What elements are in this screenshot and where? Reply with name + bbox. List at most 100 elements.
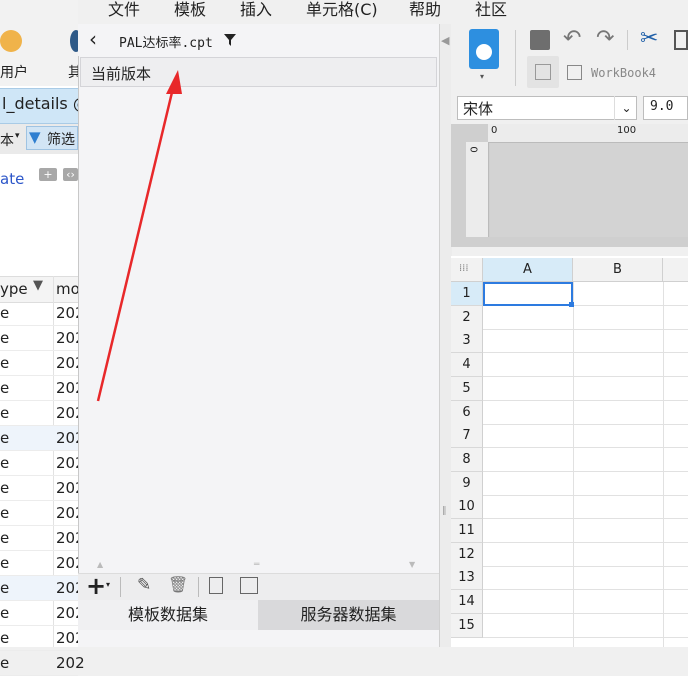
copy-icon[interactable] — [674, 30, 688, 50]
annotation-arrow — [96, 70, 182, 402]
menu-cell[interactable]: 单元格(C) — [306, 0, 378, 20]
cell-type: e — [0, 354, 10, 372]
table-row[interactable]: e 202 — [0, 601, 85, 626]
grid-row-line — [483, 447, 688, 449]
row-header[interactable]: 5 — [451, 376, 483, 401]
row-header[interactable]: 15 — [451, 613, 483, 638]
table-row[interactable]: e 202 — [0, 301, 85, 326]
selected-cell[interactable] — [483, 282, 573, 306]
dataset-settings-icon[interactable] — [240, 577, 258, 594]
cell-type: e — [0, 479, 10, 497]
table-row[interactable]: e 202 — [0, 426, 85, 451]
row-header[interactable]: 4 — [451, 353, 483, 378]
table-row[interactable]: e 202 — [0, 351, 85, 376]
workbook-label[interactable]: WorkBook4 — [591, 66, 656, 80]
edit-icon[interactable]: ✎ — [137, 575, 151, 595]
add-icon[interactable]: + — [39, 168, 57, 181]
back-icon[interactable]: ‹ — [89, 28, 97, 50]
menu-help[interactable]: 帮助 — [409, 0, 441, 20]
cell-type: e — [0, 379, 10, 397]
grid-row-line — [483, 423, 688, 425]
table-row[interactable]: e 202 — [0, 651, 85, 676]
grid-column-line — [573, 282, 574, 647]
table-row[interactable]: e 202 — [0, 576, 85, 601]
spreadsheet-grid[interactable] — [451, 256, 688, 647]
cell-type: e — [0, 529, 10, 547]
table-row[interactable]: e 202 — [0, 326, 85, 351]
grid-row-line — [483, 542, 688, 543]
file-title: PAL达标率.cpt — [119, 36, 213, 51]
row-header[interactable]: 6 — [451, 400, 483, 425]
font-dropdown-icon[interactable]: ⌄ — [614, 96, 638, 120]
filter-left-label: 本 — [0, 133, 14, 149]
dataset-tabs: 模板数据集 服务器数据集 — [78, 600, 439, 630]
splitter-grip-icon[interactable]: ‖ — [442, 506, 447, 516]
grid-row-line — [483, 376, 688, 378]
preview-icon[interactable] — [209, 577, 223, 594]
grid-row-line — [483, 494, 688, 496]
table-row[interactable]: e 202 — [0, 626, 85, 651]
table-row[interactable]: e 202 — [0, 451, 85, 476]
column-header-type[interactable]: ype — [0, 280, 28, 298]
user-icon[interactable] — [0, 30, 22, 52]
row-header[interactable]: 13 — [451, 566, 483, 591]
table-row[interactable]: e 202 — [0, 501, 85, 526]
table-row[interactable]: e 202 — [0, 376, 85, 401]
row-header[interactable]: 12 — [451, 542, 483, 567]
grid-row-line — [483, 636, 688, 638]
cell-type: e — [0, 629, 10, 647]
dropdown-arrow-icon[interactable]: ▾ — [480, 72, 484, 81]
menu-bar: 文件 模板 插入 单元格(C) 帮助 社区 — [78, 0, 688, 24]
row-header[interactable]: 14 — [451, 590, 483, 615]
cell-type: e — [0, 404, 10, 422]
row-header[interactable]: 3 — [451, 329, 483, 354]
row-header[interactable]: 9 — [451, 471, 483, 496]
grid-icon — [535, 64, 551, 80]
scroll-down-icon[interactable]: ▼ — [409, 560, 415, 569]
code-icon[interactable]: ‹› — [63, 168, 78, 181]
add-dropdown-icon[interactable]: ▾ — [106, 580, 110, 589]
dataset-toolbar — [78, 573, 439, 602]
tab-server-dataset[interactable]: 服务器数据集 — [258, 600, 439, 630]
column-header-mo[interactable]: mo — [56, 280, 80, 298]
horizontal-ruler — [488, 124, 688, 143]
cut-icon[interactable]: ✂ — [640, 26, 658, 51]
table-row[interactable]: e 202 — [0, 401, 85, 426]
collapse-left-icon[interactable]: ◀ — [441, 34, 449, 47]
row-header[interactable]: 1 — [451, 282, 483, 306]
grid-corner-icon: ⁞⁞⁞ — [459, 263, 469, 274]
tab-template-dataset[interactable]: 模板数据集 — [78, 600, 258, 630]
fill-handle[interactable] — [569, 302, 574, 307]
caret-down-icon[interactable]: ▾ — [15, 131, 20, 141]
scroll-up-icon[interactable]: ▲ — [97, 560, 103, 569]
background-tab-label: l_details @ — [2, 94, 89, 113]
cell-type: e — [0, 429, 10, 447]
table-row[interactable]: e 202 — [0, 526, 85, 551]
column-header-a[interactable]: A — [483, 258, 573, 282]
redo-icon[interactable]: ↷ — [596, 26, 614, 51]
menu-template[interactable]: 模板 — [174, 0, 206, 20]
row-header[interactable]: 11 — [451, 519, 483, 543]
menu-file[interactable]: 文件 — [108, 0, 140, 20]
cell-type: e — [0, 329, 10, 347]
row-header[interactable]: 8 — [451, 447, 483, 472]
add-dataset-icon[interactable]: + — [86, 572, 106, 600]
menu-community[interactable]: 社区 — [475, 0, 507, 20]
column-header-b[interactable]: B — [573, 258, 663, 282]
row-header[interactable]: 7 — [451, 424, 483, 449]
template-link[interactable]: ate — [0, 170, 24, 188]
drag-handle-icon[interactable]: ═ — [254, 560, 259, 570]
save-icon[interactable] — [530, 30, 550, 50]
toolbar-divider — [515, 30, 516, 86]
cell-type: e — [0, 504, 10, 522]
delete-icon[interactable]: 🗑 — [168, 575, 188, 594]
undo-icon[interactable]: ↶ — [563, 26, 581, 51]
row-header[interactable]: 10 — [451, 495, 483, 520]
column-filter-icon[interactable]: ▼ — [33, 278, 43, 293]
menu-insert[interactable]: 插入 — [240, 0, 272, 20]
filter-icon-panel[interactable] — [223, 33, 237, 47]
column-header-c[interactable] — [663, 258, 688, 282]
table-row[interactable]: e 202 — [0, 551, 85, 576]
table-row[interactable]: e 202 — [0, 476, 85, 501]
row-header[interactable]: 2 — [451, 305, 483, 330]
